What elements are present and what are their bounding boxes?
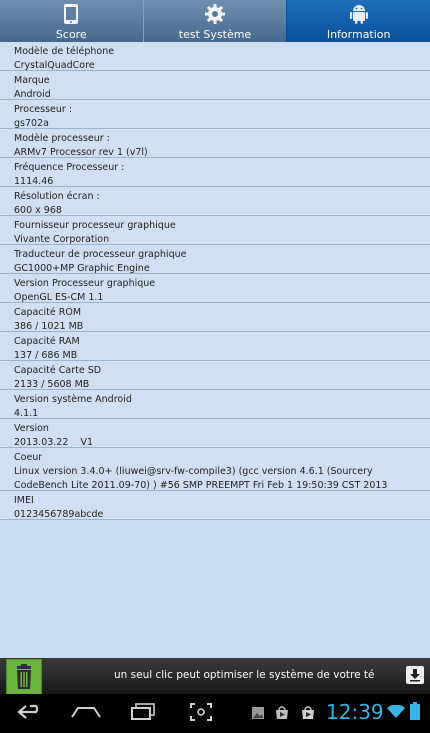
back-icon[interactable] — [16, 701, 44, 727]
tab-label: Score — [55, 28, 87, 41]
info-row-processor: Processeur : gs702a — [0, 100, 430, 129]
info-value: 0123456789abcde — [14, 509, 104, 520]
system-nav-bar: 12:39 — [0, 694, 430, 733]
tab-bar: Score test Système Information — [0, 0, 430, 42]
battery-icon — [410, 702, 420, 724]
info-label: Capacité Carte SD — [14, 365, 102, 376]
wifi-icon — [387, 704, 405, 723]
ad-banner[interactable]: un seul clic peut optimiser le système d… — [0, 658, 430, 695]
phone-icon — [60, 3, 82, 25]
info-label: Capacité RAM — [14, 336, 80, 347]
gear-icon — [204, 3, 226, 25]
info-row-brand: Marque Android — [0, 71, 430, 100]
trash-icon[interactable] — [6, 659, 42, 695]
info-row-kernel: Coeur Linux version 3.4.0+ (liuwei@srv-f… — [0, 448, 430, 491]
info-label: Fournisseur processeur graphique — [14, 220, 176, 231]
info-label: Version Processeur graphique — [14, 278, 156, 289]
info-label: Modèle de téléphone — [14, 46, 115, 57]
clock: 12:39 — [326, 700, 384, 724]
info-label: IMEI — [14, 495, 34, 506]
info-label: Traducteur de processeur graphique — [14, 249, 187, 260]
info-row-build-version: Version 2013.03.22 V1 — [0, 419, 430, 448]
bag-notification-icon — [274, 705, 290, 724]
info-row-imei: IMEI 0123456789abcde — [0, 491, 430, 520]
info-label: Coeur — [14, 452, 43, 463]
tab-information[interactable]: Information — [286, 0, 430, 42]
info-label: Résolution écran : — [14, 191, 100, 202]
info-row-gpu-version: Version Processeur graphique OpenGL ES-C… — [0, 274, 430, 303]
image-notification-icon — [251, 705, 265, 724]
info-label: Capacité ROM — [14, 307, 82, 318]
info-row-phone-model: Modèle de téléphone CrystalQuadCore — [0, 42, 430, 71]
screenshot-icon[interactable] — [188, 701, 214, 727]
info-label: Version — [14, 423, 49, 434]
info-row-sd-capacity: Capacité Carte SD 2133 / 5608 MB — [0, 361, 430, 390]
info-row-processor-frequency: Fréquence Processeur : 1114.46 — [0, 158, 430, 187]
info-row-rom-capacity: Capacité ROM 386 / 1021 MB — [0, 303, 430, 332]
play-store-notification-icon — [300, 705, 316, 724]
info-row-screen-resolution: Résolution écran : 600 x 968 — [0, 187, 430, 216]
info-label: Marque — [14, 75, 50, 86]
download-icon[interactable] — [406, 666, 424, 684]
info-row-processor-model: Modèle processeur : ARMv7 Processor rev … — [0, 129, 430, 158]
tab-score[interactable]: Score — [0, 0, 143, 42]
info-row-gpu-vendor: Fournisseur processeur graphique Vivante… — [0, 216, 430, 245]
info-label: Processeur : — [14, 104, 73, 115]
info-row-android-version: Version système Android 4.1.1 — [0, 390, 430, 419]
info-label: Modèle processeur : — [14, 133, 110, 144]
info-label: Version système Android — [14, 394, 132, 405]
tab-label: test Système — [178, 28, 252, 41]
tab-label: Information — [326, 28, 391, 41]
info-value: Linux version 3.4.0+ (liuwei@srv-fw-comp… — [14, 466, 388, 491]
info-label: Fréquence Processeur : — [14, 162, 125, 173]
android-icon — [348, 3, 370, 25]
info-row-ram-capacity: Capacité RAM 137 / 686 MB — [0, 332, 430, 361]
ad-text[interactable]: un seul clic peut optimiser le système d… — [114, 669, 374, 681]
info-list: Modèle de téléphone CrystalQuadCore Marq… — [0, 42, 430, 520]
recent-apps-icon[interactable] — [130, 701, 158, 727]
info-row-gpu-renderer: Traducteur de processeur graphique GC100… — [0, 245, 430, 274]
home-icon[interactable] — [70, 701, 102, 727]
tab-system-test[interactable]: test Système — [142, 0, 287, 42]
